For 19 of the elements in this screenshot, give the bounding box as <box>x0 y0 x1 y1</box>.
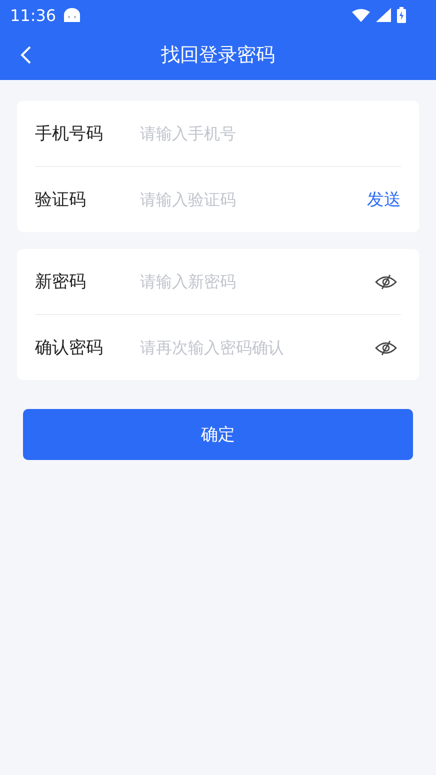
status-time: 11:36 <box>10 6 56 24</box>
page-title: 找回登录密码 <box>161 43 275 68</box>
robot-icon <box>62 7 82 23</box>
hide-password-icon[interactable] <box>375 340 397 356</box>
input-field[interactable]: 请再次输入密码确认 <box>140 338 375 357</box>
hide-password-icon[interactable] <box>375 274 397 290</box>
signal-icon <box>376 8 391 22</box>
send-code-link[interactable]: 发送 <box>367 188 401 211</box>
field-label: 确认密码 <box>35 337 104 359</box>
input-field[interactable]: 请输入新密码 <box>140 272 375 291</box>
field-label: 验证码 <box>35 189 87 211</box>
field-label: 新密码 <box>35 271 87 293</box>
field-label: 手机号码 <box>35 123 104 145</box>
battery-icon <box>397 7 406 23</box>
confirm-button[interactable]: 确定 <box>23 409 413 460</box>
back-icon[interactable] <box>20 45 32 65</box>
input-field[interactable]: 请输入手机号 <box>140 124 401 143</box>
wifi-icon <box>352 8 370 22</box>
input-field[interactable]: 请输入验证码 <box>140 190 367 209</box>
